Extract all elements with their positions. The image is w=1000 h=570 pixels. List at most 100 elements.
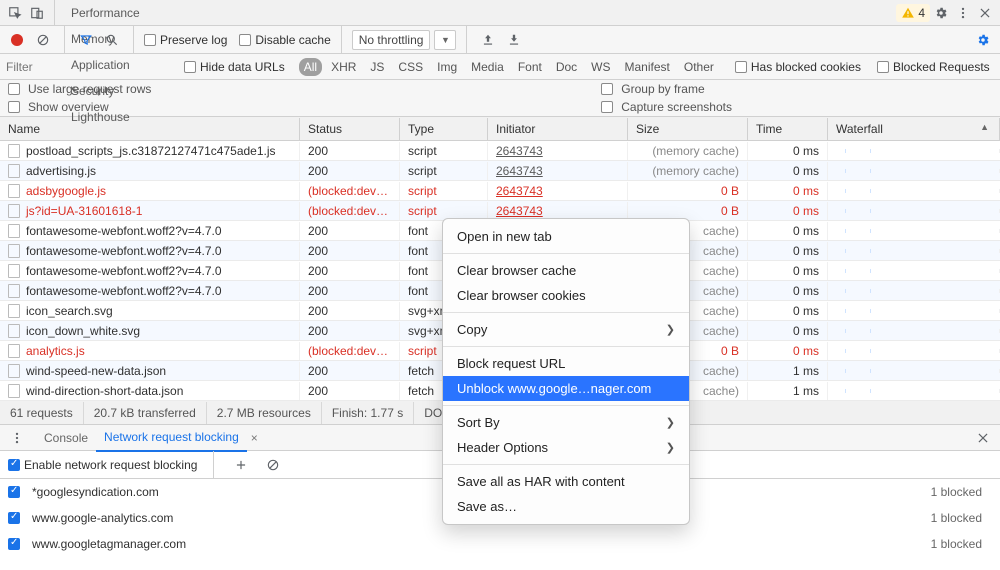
type-pill-xhr[interactable]: XHR	[326, 58, 361, 76]
drawer-tab-console[interactable]: Console	[36, 425, 96, 451]
capture-screenshots-checkbox[interactable]: Capture screenshots	[601, 100, 732, 114]
type-pill-other[interactable]: Other	[679, 58, 719, 76]
file-icon	[8, 304, 20, 318]
ctx-save-as[interactable]: Save as…	[443, 494, 689, 519]
request-time: 0 ms	[748, 342, 828, 360]
filter-input[interactable]	[6, 60, 156, 74]
status-transferred: 20.7 kB transferred	[84, 402, 207, 424]
col-initiator[interactable]: Initiator	[488, 118, 628, 140]
col-size[interactable]: Size	[628, 118, 748, 140]
request-status: 200	[300, 362, 400, 380]
remove-all-icon[interactable]	[262, 454, 284, 476]
ctx-save-har[interactable]: Save all as HAR with content	[443, 469, 689, 494]
type-pill-all[interactable]: All	[299, 58, 322, 76]
type-pill-doc[interactable]: Doc	[551, 58, 582, 76]
warnings-badge[interactable]: 4	[896, 4, 930, 22]
context-menu: Open in new tab Clear browser cache Clea…	[442, 218, 690, 525]
throttling-dropdown[interactable]: No throttling	[352, 30, 431, 50]
ctx-block-url[interactable]: Block request URL	[443, 351, 689, 376]
inspect-icon[interactable]	[4, 2, 26, 24]
use-large-rows-checkbox[interactable]: Use large request rows	[8, 82, 151, 96]
ctx-header-options[interactable]: Header Options❯	[443, 435, 689, 460]
disable-cache-checkbox[interactable]: Disable cache	[239, 33, 330, 47]
clear-icon[interactable]	[32, 29, 54, 51]
hide-data-urls-checkbox[interactable]: Hide data URLs	[184, 60, 285, 74]
col-name[interactable]: Name	[0, 118, 300, 140]
request-name: advertising.js	[26, 164, 96, 178]
preserve-log-checkbox[interactable]: Preserve log	[144, 33, 227, 47]
table-row[interactable]: advertising.js200script2643743(memory ca…	[0, 161, 1000, 181]
ctx-clear-cookies[interactable]: Clear browser cookies	[443, 283, 689, 308]
type-pill-manifest[interactable]: Manifest	[620, 58, 675, 76]
status-resources: 2.7 MB resources	[207, 402, 322, 424]
ctx-clear-cache[interactable]: Clear browser cache	[443, 258, 689, 283]
pattern-text: *googlesyndication.com	[32, 485, 159, 499]
request-time: 0 ms	[748, 322, 828, 340]
col-status[interactable]: Status	[300, 118, 400, 140]
request-initiator[interactable]: 2643743	[488, 162, 628, 180]
drawer-tab-close-icon[interactable]: ×	[251, 431, 258, 445]
blocked-pattern-row[interactable]: www.googletagmanager.com1 blocked	[0, 531, 1000, 557]
request-size: 0 B	[628, 202, 748, 220]
col-type[interactable]: Type	[400, 118, 488, 140]
group-by-frame-checkbox[interactable]: Group by frame	[601, 82, 732, 96]
type-pill-media[interactable]: Media	[466, 58, 509, 76]
filter-icon[interactable]	[75, 29, 97, 51]
ctx-unblock[interactable]: Unblock www.google…nager.com	[443, 376, 689, 401]
type-pill-font[interactable]: Font	[513, 58, 547, 76]
pattern-text: www.google-analytics.com	[32, 511, 173, 525]
gear-icon[interactable]	[930, 2, 952, 24]
ctx-copy[interactable]: Copy❯	[443, 317, 689, 342]
type-pill-js[interactable]: JS	[365, 58, 389, 76]
table-row[interactable]: adsbygoogle.js(blocked:devto…script26437…	[0, 181, 1000, 201]
type-pill-ws[interactable]: WS	[586, 58, 615, 76]
download-har-icon[interactable]	[503, 29, 525, 51]
request-time: 0 ms	[748, 242, 828, 260]
request-type: script	[400, 142, 488, 160]
add-pattern-icon[interactable]	[230, 454, 252, 476]
request-name: icon_search.svg	[26, 304, 113, 318]
request-status: 200	[300, 322, 400, 340]
pattern-checkbox[interactable]	[8, 486, 20, 498]
request-status: 200	[300, 222, 400, 240]
drawer-tab-network-request-blocking[interactable]: Network request blocking	[96, 424, 247, 452]
col-time[interactable]: Time	[748, 118, 828, 140]
enable-blocking-checkbox[interactable]: Enable network request blocking	[8, 458, 197, 472]
table-row[interactable]: postload_scripts_js.c31872127471c475ade1…	[0, 141, 1000, 161]
show-overview-checkbox[interactable]: Show overview	[8, 100, 151, 114]
ctx-open-new-tab[interactable]: Open in new tab	[443, 224, 689, 249]
record-button[interactable]	[6, 29, 28, 51]
request-initiator[interactable]: 2643743	[488, 182, 628, 200]
status-requests: 61 requests	[0, 402, 84, 424]
sort-indicator-icon: ▲	[980, 122, 989, 136]
ctx-sort-by[interactable]: Sort By❯	[443, 410, 689, 435]
has-blocked-cookies-checkbox[interactable]: Has blocked cookies	[735, 60, 861, 74]
upload-har-icon[interactable]	[477, 29, 499, 51]
request-waterfall	[828, 269, 1000, 273]
request-waterfall	[828, 169, 1000, 173]
throttling-chevron[interactable]: ▼	[434, 30, 456, 50]
drawer-kebab-icon[interactable]	[6, 427, 28, 449]
col-waterfall[interactable]: Waterfall▲	[828, 118, 1000, 140]
search-icon[interactable]	[101, 29, 123, 51]
blocked-requests-checkbox[interactable]: Blocked Requests	[877, 60, 990, 74]
pattern-checkbox[interactable]	[8, 512, 20, 524]
network-settings-icon[interactable]	[972, 29, 994, 51]
tab-performance[interactable]: Performance	[61, 0, 150, 26]
type-pill-img[interactable]: Img	[432, 58, 462, 76]
device-icon[interactable]	[26, 2, 48, 24]
request-time: 0 ms	[748, 182, 828, 200]
request-time: 0 ms	[748, 282, 828, 300]
drawer-close-icon[interactable]	[972, 427, 994, 449]
kebab-icon[interactable]	[952, 2, 974, 24]
request-name: fontawesome-webfont.woff2?v=4.7.0	[26, 244, 222, 258]
request-initiator[interactable]: 2643743	[488, 142, 628, 160]
request-name: icon_down_white.svg	[26, 324, 140, 338]
pattern-checkbox[interactable]	[8, 538, 20, 550]
request-initiator[interactable]: 2643743	[488, 202, 628, 220]
request-name: fontawesome-webfont.woff2?v=4.7.0	[26, 224, 222, 238]
type-pill-css[interactable]: CSS	[393, 58, 428, 76]
network-toolbar: Preserve log Disable cache No throttling…	[0, 26, 1000, 54]
request-type: script	[400, 162, 488, 180]
close-icon[interactable]	[974, 2, 996, 24]
